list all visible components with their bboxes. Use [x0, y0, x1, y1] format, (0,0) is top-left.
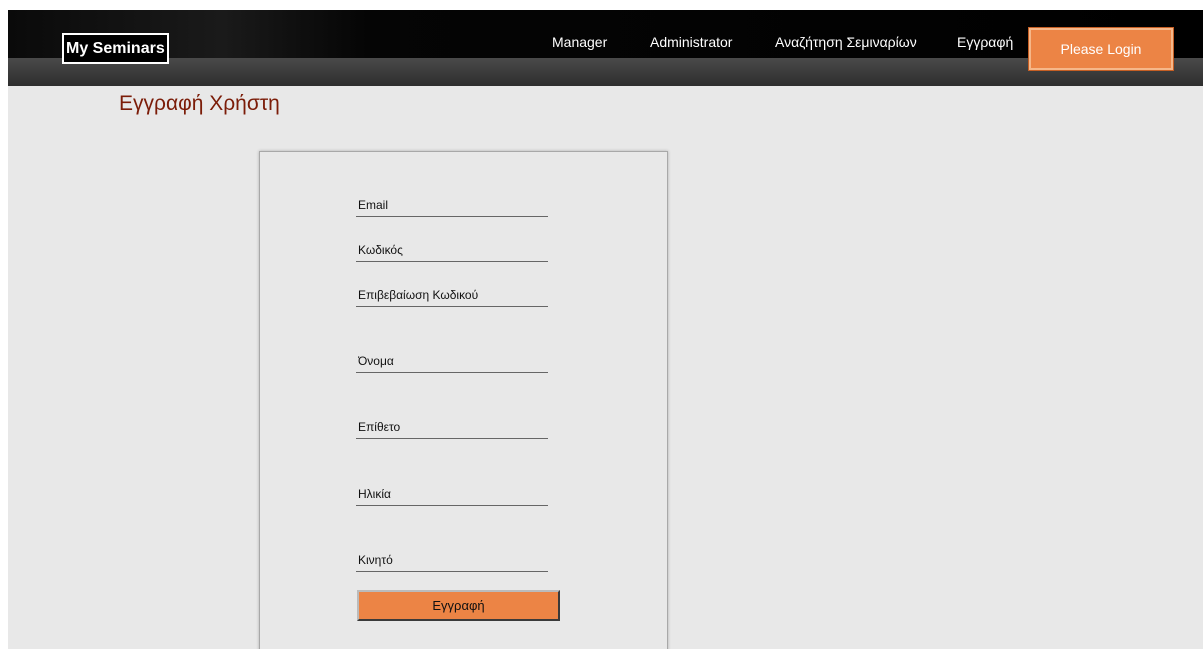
password-field-wrapper [356, 238, 548, 262]
confirm-password-field-wrapper [356, 283, 548, 307]
password-field[interactable] [356, 238, 548, 261]
navbar-subbar [8, 58, 1203, 86]
register-submit-button[interactable]: Εγγραφή [357, 590, 560, 621]
nav-link-register[interactable]: Εγγραφή [957, 34, 1013, 50]
page-title: Εγγραφή Χρήστη [119, 92, 280, 115]
page: My Seminars Manager Administrator Αναζήτ… [8, 10, 1203, 649]
mobile-field[interactable] [356, 548, 548, 571]
age-field[interactable] [356, 482, 548, 505]
nav-link-search-seminars[interactable]: Αναζήτηση Σεμιναρίων [775, 34, 917, 50]
first-name-field-wrapper [356, 349, 548, 373]
last-name-field[interactable] [356, 415, 548, 438]
first-name-field[interactable] [356, 349, 548, 372]
login-button[interactable]: Please Login [1028, 27, 1174, 71]
age-field-wrapper [356, 482, 548, 506]
confirm-password-field[interactable] [356, 283, 548, 306]
registration-form: Εγγραφή [259, 151, 668, 649]
mobile-field-wrapper [356, 548, 548, 572]
brand-logo[interactable]: My Seminars [62, 33, 169, 64]
last-name-field-wrapper [356, 415, 548, 439]
nav-link-administrator[interactable]: Administrator [650, 34, 732, 50]
email-field[interactable] [356, 193, 548, 216]
nav-link-manager[interactable]: Manager [552, 34, 607, 50]
email-field-wrapper [356, 193, 548, 217]
